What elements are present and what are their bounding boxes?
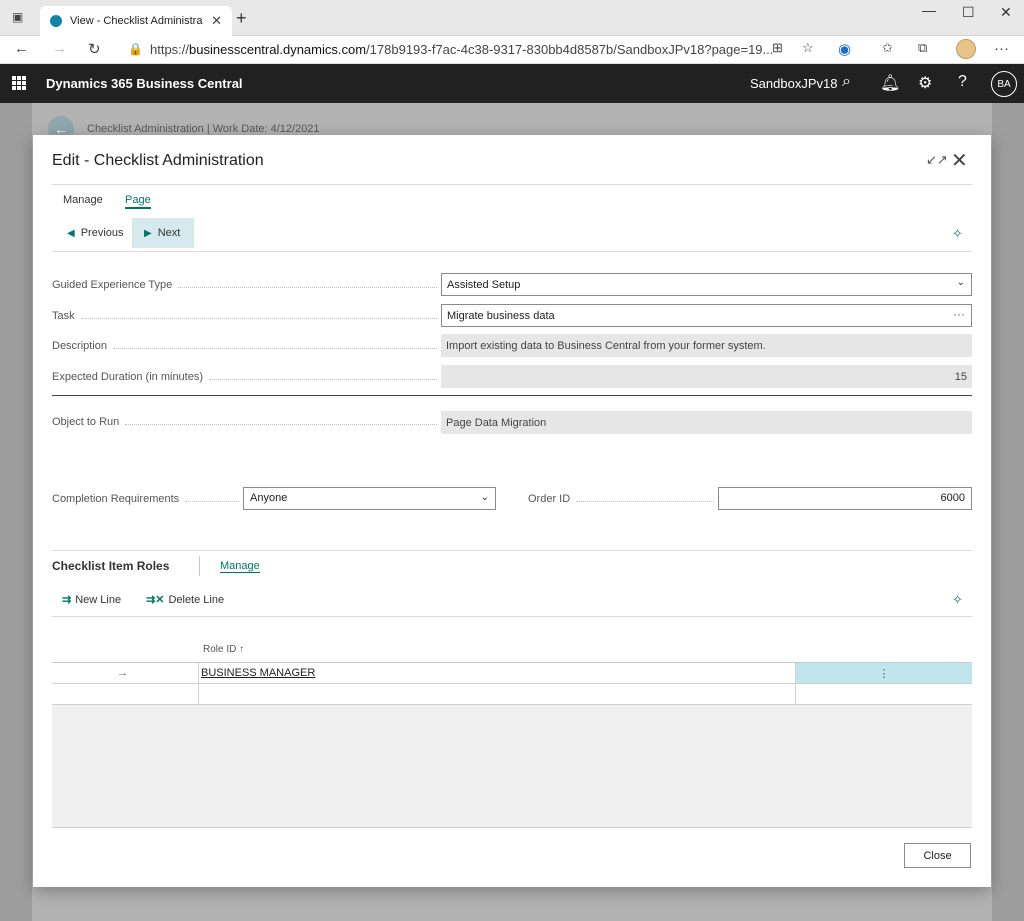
guided-type-label: Guided Experience Type <box>52 274 437 296</box>
menu-page[interactable]: Page <box>125 194 151 209</box>
chevron-down-icon: ⌄ <box>956 277 965 288</box>
notifications-icon[interactable]: 🔔︎ <box>880 73 900 93</box>
collections-icon[interactable]: ⧉ <box>918 40 927 56</box>
row-indicator-icon: → <box>52 663 199 683</box>
order-id-input[interactable]: 6000 <box>718 487 972 510</box>
edit-dialog: Edit - Checklist Administration ↙↗ ✕ Man… <box>33 135 991 887</box>
row-menu-cell[interactable] <box>796 684 972 704</box>
user-avatar[interactable]: BA <box>991 71 1017 97</box>
dialog-close-icon[interactable]: ✕ <box>951 148 968 173</box>
dialog-title: Edit - Checklist Administration <box>52 152 264 169</box>
forward-icon[interactable]: → <box>52 40 67 57</box>
duration-value: 15 <box>441 365 972 388</box>
part-separator <box>199 556 200 576</box>
previous-label: Previous <box>80 227 124 239</box>
chevron-down-icon: ⌄ <box>480 492 489 503</box>
new-tab-button[interactable]: + <box>236 8 247 29</box>
next-label: Next <box>157 227 181 239</box>
new-line-button[interactable]: ⇉ New Line <box>62 593 121 607</box>
extension-icon[interactable]: ◉ <box>838 40 851 58</box>
divider <box>52 395 972 396</box>
close-button[interactable]: Close <box>904 843 971 868</box>
url-field[interactable]: https://businesscentral.dynamics.com/178… <box>150 42 773 57</box>
task-input[interactable]: Migrate business data ··· <box>441 304 972 327</box>
next-button[interactable]: ▶ Next <box>132 218 194 248</box>
menu-manage[interactable]: Manage <box>63 194 103 206</box>
roles-grid: → BUSINESS MANAGER ⋮ <box>52 662 972 828</box>
browser-tab-bar: ▣ View - Checklist Administration - ✕ + … <box>0 0 1024 36</box>
search-icon[interactable]: ⌕ <box>842 73 851 91</box>
environment-name: SandboxJPv18 <box>750 76 838 91</box>
settings-gear-icon[interactable]: ⚙ <box>918 73 932 93</box>
tab-title: View - Checklist Administration - <box>70 15 203 27</box>
favorites-icon[interactable]: ✩ <box>882 40 893 56</box>
maximize-icon[interactable]: ☐ <box>962 4 975 21</box>
divider <box>52 616 972 617</box>
table-row[interactable]: → BUSINESS MANAGER ⋮ <box>52 663 972 684</box>
refresh-icon[interactable]: ↻ <box>88 40 101 58</box>
background-page-title: Checklist Administration | Work Date: 4/… <box>87 123 320 135</box>
next-arrow-icon: ▶ <box>144 227 152 239</box>
divider <box>52 550 972 551</box>
profile-avatar[interactable] <box>956 39 976 59</box>
row-indicator-cell <box>52 684 199 704</box>
delete-line-button[interactable]: ⇉✕ Delete Line <box>146 593 224 607</box>
more-icon[interactable]: ··· <box>994 40 1009 57</box>
object-to-run-label: Object to Run <box>52 411 437 433</box>
app-launcher-icon[interactable] <box>12 76 26 90</box>
tab-close-icon[interactable]: ✕ <box>211 13 222 29</box>
app-name: Dynamics 365 Business Central <box>46 76 243 91</box>
completion-select[interactable]: Anyone ⌄ <box>243 487 496 510</box>
divider <box>52 251 972 252</box>
column-header-role-id[interactable]: Role ID ↑ <box>203 644 244 655</box>
lookup-ellipsis-icon[interactable]: ··· <box>953 307 965 321</box>
description-value: Import existing data to Business Central… <box>441 334 972 357</box>
new-line-icon: ⇉ <box>62 594 72 606</box>
role-id-cell[interactable] <box>199 684 796 704</box>
app-available-icon[interactable]: ⊞ <box>772 40 783 56</box>
previous-arrow-icon: ◀ <box>67 227 75 239</box>
role-id-cell[interactable]: BUSINESS MANAGER <box>199 663 796 683</box>
duration-label: Expected Duration (in minutes) <box>52 366 437 388</box>
part-manage-tab[interactable]: Manage <box>220 560 260 573</box>
pin-action-bar-icon[interactable]: ✧ <box>952 226 963 242</box>
window-close-icon[interactable]: ✕ <box>1000 4 1012 21</box>
address-bar: ← → ↻ 🔒 https://businesscentral.dynamics… <box>0 36 1024 64</box>
previous-button[interactable]: ◀ Previous <box>55 218 136 248</box>
collapse-icon[interactable]: ↙↗ <box>926 152 948 168</box>
guided-type-select[interactable]: Assisted Setup ⌄ <box>441 273 972 296</box>
part-title[interactable]: Checklist Item Roles <box>52 559 169 573</box>
site-favicon-icon <box>50 15 62 27</box>
pin-part-icon[interactable]: ✧ <box>952 592 963 608</box>
table-row[interactable] <box>52 684 972 705</box>
back-icon[interactable]: ← <box>14 40 29 57</box>
minimize-icon[interactable]: — <box>922 2 936 18</box>
object-to-run-value: Page Data Migration <box>441 411 972 434</box>
browser-tab[interactable]: View - Checklist Administration - ✕ <box>40 6 232 36</box>
divider <box>52 184 972 185</box>
lock-icon[interactable]: 🔒 <box>128 42 143 56</box>
role-id-link[interactable]: BUSINESS MANAGER <box>201 667 315 679</box>
app-bar: Dynamics 365 Business Central SandboxJPv… <box>0 64 1024 103</box>
favorite-add-icon[interactable]: ☆ <box>802 40 814 56</box>
completion-label: Completion Requirements <box>52 488 239 510</box>
row-menu-icon[interactable]: ⋮ <box>796 663 972 683</box>
task-label: Task <box>52 305 437 327</box>
tab-actions-icon[interactable]: ▣ <box>12 10 23 24</box>
delete-line-icon: ⇉✕ <box>146 594 165 606</box>
order-id-label: Order ID <box>528 488 714 510</box>
description-label: Description <box>52 335 437 357</box>
help-icon[interactable]: ? <box>958 73 967 91</box>
